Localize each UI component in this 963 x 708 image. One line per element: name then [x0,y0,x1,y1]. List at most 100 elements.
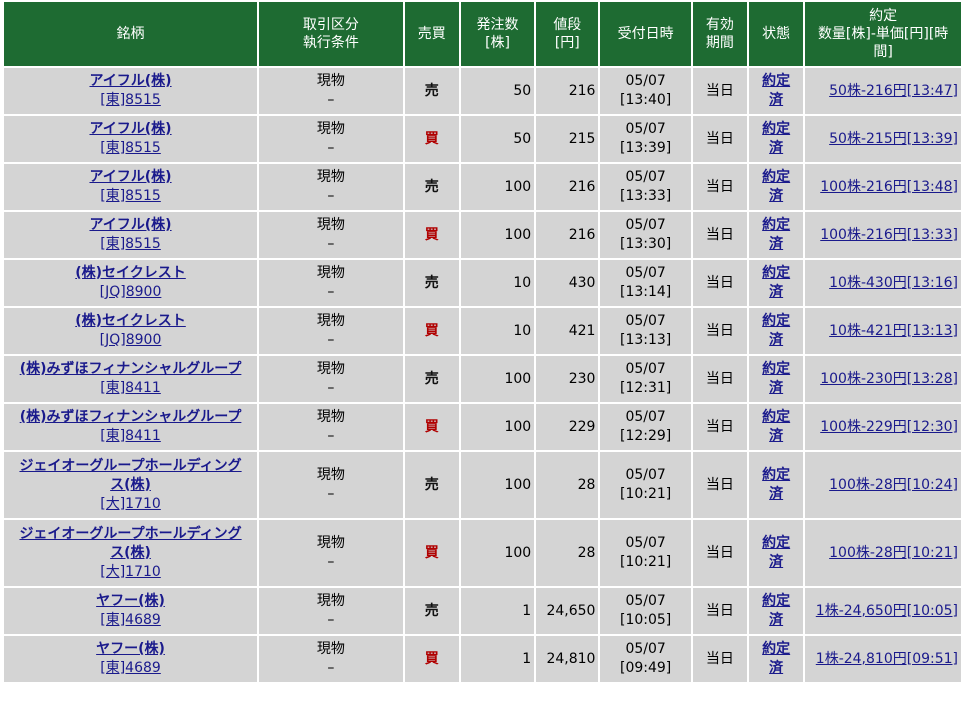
execution-link[interactable]: 100株-28円[10:21] [829,545,958,561]
stock-name-link[interactable]: ジェイオーグループホールディング [7,525,254,544]
trade-kind: 現物 [316,593,345,609]
stock-code-link[interactable]: [東]4689 [7,611,254,630]
status-link[interactable]: 約定 [752,264,800,283]
received-time-cell: 05/07 [10:21] [600,520,691,586]
stock-code-link[interactable]: [大]1710 [7,495,254,514]
status-link[interactable]: 約定 [752,466,800,485]
stock-code-link[interactable]: [大]1710 [7,563,254,582]
execution-cell: 100株-216円[13:48] [805,164,961,210]
order-price-cell: 216 [536,68,599,114]
status-link[interactable]: 約定 [752,72,800,91]
status-link[interactable]: 約定 [752,120,800,139]
execution-link[interactable]: 50株-216円[13:47] [829,83,958,99]
stock-code-link[interactable]: [東]8515 [7,91,254,110]
stock-name-link[interactable]: アイフル(株) [7,120,254,139]
stock-name-link[interactable]: (株)みずほフィナンシャルグループ [7,360,254,379]
status-link-cont[interactable]: 済 [752,485,800,504]
status-cell: 約定 済 [749,68,804,114]
status-link-cont[interactable]: 済 [752,91,800,110]
stock-name-link[interactable]: アイフル(株) [7,216,254,235]
status-link-cont[interactable]: 済 [752,331,800,350]
status-link[interactable]: 約定 [752,592,800,611]
execution-cell: 1株-24,650円[10:05] [805,588,961,634]
status-cell: 約定 済 [749,636,804,682]
stock-name-link[interactable]: ヤフー(株) [7,640,254,659]
execution-link[interactable]: 1株-24,650円[10:05] [816,603,958,619]
execution-link[interactable]: 100株-28円[10:24] [829,477,958,493]
order-price-cell: 421 [536,308,599,354]
received-date: 05/07 [625,409,666,425]
stock-name-link[interactable]: ジェイオーグループホールディング [7,457,254,476]
execution-link[interactable]: 10株-430円[13:16] [829,275,958,291]
stock-name-link[interactable]: (株)セイクレスト [7,264,254,283]
stock-code-link[interactable]: [東]8515 [7,235,254,254]
status-link-cont[interactable]: 済 [752,611,800,630]
stock-name-link[interactable]: (株)セイクレスト [7,312,254,331]
status-link-cont[interactable]: 済 [752,379,800,398]
status-link[interactable]: 約定 [752,408,800,427]
status-cell: 約定 済 [749,356,804,402]
execution-link[interactable]: 1株-24,810円[09:51] [816,651,958,667]
status-link-cont[interactable]: 済 [752,283,800,302]
order-qty-cell: 1 [460,588,535,634]
status-link-cont[interactable]: 済 [752,553,800,572]
order-price-cell: 28 [536,452,599,518]
stock-name-link[interactable]: ヤフー(株) [7,592,254,611]
execution-link[interactable]: 50株-215円[13:39] [829,131,958,147]
stock-code-link[interactable]: [東]8411 [7,427,254,446]
trade-kind-cell: 現物 – [259,636,403,682]
received-time-cell: 05/07 [10:21] [600,452,691,518]
validity: 当日 [705,650,734,667]
status-link-cont[interactable]: 済 [752,139,800,158]
stock-code-link[interactable]: [東]4689 [7,659,254,678]
status-link-cont[interactable]: 済 [752,187,800,206]
execution-cell: 10株-430円[13:16] [805,260,961,306]
status-link-cont[interactable]: 済 [752,659,800,678]
trade-kind: 現物 [316,409,345,425]
status-cell: 約定 済 [749,212,804,258]
order-qty: 100 [504,476,532,493]
order-qty-cell: 100 [460,356,535,402]
stock-code-link[interactable]: [JQ]8900 [7,331,254,350]
trade-kind-cell: 現物 – [259,260,403,306]
table-row: アイフル(株) [東]8515 現物 – 買 50 215 05/07 [13:… [4,116,961,162]
execution-link[interactable]: 10株-421円[13:13] [829,323,958,339]
stock-code-link[interactable]: [東]8515 [7,139,254,158]
table-row: ヤフー(株) [東]4689 現物 – 売 1 24,650 05/07 [10… [4,588,961,634]
status-link-cont[interactable]: 済 [752,235,800,254]
status-link[interactable]: 約定 [752,312,800,331]
execution-link[interactable]: 100株-216円[13:33] [820,227,958,243]
received-time: [13:13] [619,332,672,348]
side-cell: 買 [404,308,459,354]
status-link[interactable]: 約定 [752,360,800,379]
status-link[interactable]: 約定 [752,640,800,659]
side-label: 買 [424,544,439,561]
status-link[interactable]: 約定 [752,168,800,187]
stock-name-cell: ジェイオーグループホールディング ス(株) [大]1710 [4,452,258,518]
execution-link[interactable]: 100株-229円[12:30] [820,419,958,435]
stock-code-link[interactable]: [JQ]8900 [7,283,254,302]
execution-cell: 50株-216円[13:47] [805,68,961,114]
order-qty: 100 [504,178,532,195]
table-row: (株)みずほフィナンシャルグループ [東]8411 現物 – 買 100 229… [4,404,961,450]
stock-name-link[interactable]: アイフル(株) [7,72,254,91]
stock-name-link-cont[interactable]: ス(株) [7,544,254,563]
header-name: 銘柄 [4,2,258,66]
status-link-cont[interactable]: 済 [752,427,800,446]
table-row: アイフル(株) [東]8515 現物 – 買 100 216 05/07 [13… [4,212,961,258]
stock-code-link[interactable]: [東]8411 [7,379,254,398]
validity-cell: 当日 [692,588,748,634]
stock-code-link[interactable]: [東]8515 [7,187,254,206]
received-time-cell: 05/07 [12:31] [600,356,691,402]
exec-condition: – [327,236,335,252]
stock-name-link[interactable]: (株)みずほフィナンシャルグループ [7,408,254,427]
stock-name-link-cont[interactable]: ス(株) [7,476,254,495]
validity: 当日 [705,602,734,619]
received-date: 05/07 [625,361,666,377]
execution-link[interactable]: 100株-230円[13:28] [820,371,958,387]
stock-name-link[interactable]: アイフル(株) [7,168,254,187]
status-link[interactable]: 約定 [752,216,800,235]
status-link[interactable]: 約定 [752,534,800,553]
received-time: [13:33] [619,188,672,204]
execution-link[interactable]: 100株-216円[13:48] [820,179,958,195]
